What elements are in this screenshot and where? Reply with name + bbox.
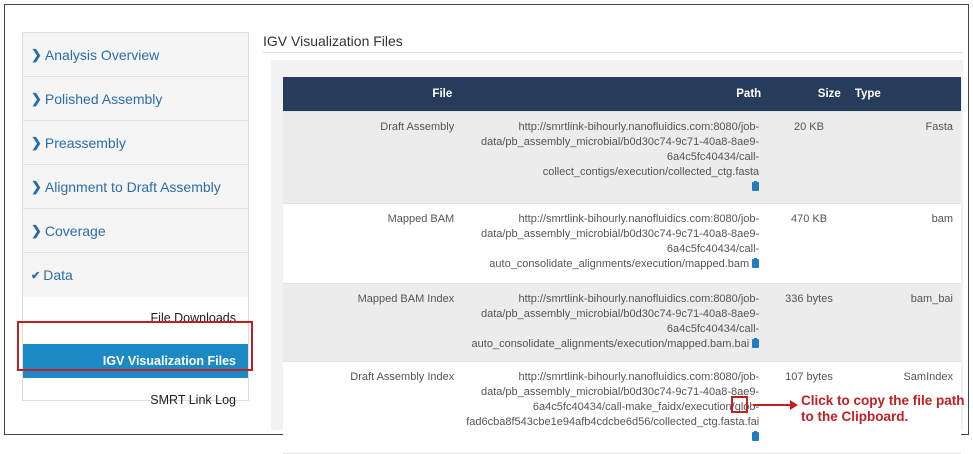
file-cell: Mapped BAM Index bbox=[283, 283, 461, 361]
table-row: Mapped BAM Index http://smrtlink-bihourl… bbox=[283, 283, 961, 361]
path-line: http://smrtlink-bihourly.nanofluidics.co… bbox=[518, 370, 760, 383]
size-cell: 336 bytes bbox=[769, 283, 849, 361]
callout-line: to the Clipboard. bbox=[801, 409, 909, 424]
type-cell: bam bbox=[848, 203, 961, 283]
path-line: auto_consolidate_alignments/execution/ma… bbox=[471, 337, 750, 350]
path-line: 6a4c5fc40434/call- bbox=[666, 242, 760, 255]
path-line: data/pb_assembly_microbial/b0d30c74-9c71… bbox=[480, 135, 760, 148]
path-line: auto_consolidate_alignments/execution/ma… bbox=[489, 257, 750, 270]
path-line: http://smrtlink-bihourly.nanofluidics.co… bbox=[518, 120, 760, 133]
file-cell: Draft Assembly Index bbox=[283, 361, 461, 453]
path-line: 6a4c5fc40434/call-collect_contigs/execut… bbox=[542, 150, 760, 178]
path-line: data/pb_assembly_microbial/b0d30c74-9c71… bbox=[480, 307, 760, 320]
path-cell: http://smrtlink-bihourly.nanofluidics.co… bbox=[460, 203, 770, 283]
path-cell: http://smrtlink-bihourly.nanofluidics.co… bbox=[460, 361, 770, 453]
path-line: 6a4c5fc40434/call-make_faidx/execution/g… bbox=[532, 400, 760, 413]
path-line: fad6cba8f543cbe1e94afb4cdcbe6d56/collect… bbox=[466, 415, 760, 428]
sidebar-subitem-smrt-link-log[interactable]: SMRT Link Log bbox=[23, 384, 248, 415]
chevron-right-icon: ❯ bbox=[31, 178, 42, 194]
chevron-right-icon: ❯ bbox=[31, 46, 42, 62]
file-cell: Draft Assembly bbox=[283, 111, 461, 203]
table-row: Draft Assembly http://smrtlink-bihourly.… bbox=[283, 111, 961, 203]
sidebar-item-alignment[interactable]: ❯ Alignment to Draft Assembly bbox=[23, 165, 248, 209]
active-item-highlight bbox=[17, 321, 253, 371]
clipboard-icon[interactable] bbox=[752, 430, 760, 441]
type-cell: bam_bai bbox=[848, 283, 961, 361]
table-header-row: File Path Size Type bbox=[283, 77, 961, 111]
annotation-arrow-head bbox=[790, 400, 798, 410]
clipboard-icon[interactable] bbox=[752, 257, 760, 268]
sidebar-subitem-label: SMRT Link Log bbox=[150, 392, 236, 407]
path-line: data/pb_assembly_microbial/b0d30c74-9c71… bbox=[480, 385, 760, 398]
chevron-right-icon: ❯ bbox=[31, 134, 42, 150]
clipboard-icon[interactable] bbox=[752, 337, 760, 348]
sidebar-item-label: Preassembly bbox=[44, 134, 126, 151]
clipboard-icon[interactable] bbox=[752, 180, 760, 191]
sidebar-item-label: Analysis Overview bbox=[44, 46, 160, 63]
path-line: data/pb_assembly_microbial/b0d30c74-9c71… bbox=[480, 227, 760, 240]
path-line: http://smrtlink-bihourly.nanofluidics.co… bbox=[518, 292, 760, 305]
table-row: Mapped BAM http://smrtlink-bihourly.nano… bbox=[283, 203, 961, 283]
type-cell: Fasta bbox=[848, 111, 961, 203]
clipboard-highlight bbox=[731, 396, 748, 413]
column-header-file[interactable]: File bbox=[283, 77, 461, 111]
sidebar-item-data[interactable]: ✔︎ Data bbox=[23, 253, 248, 297]
annotation-arrow bbox=[753, 404, 791, 406]
sidebar-item-analysis-overview[interactable]: ❯ Analysis Overview bbox=[23, 33, 248, 77]
path-line: 6a4c5fc40434/call- bbox=[666, 322, 760, 335]
sidebar-item-label: Alignment to Draft Assembly bbox=[44, 178, 221, 195]
sidebar-item-label: Coverage bbox=[44, 222, 106, 239]
title-divider bbox=[263, 52, 963, 53]
column-header-path[interactable]: Path bbox=[460, 77, 770, 111]
file-cell: Mapped BAM bbox=[283, 203, 461, 283]
callout-line: Click to copy the file path bbox=[801, 393, 965, 408]
page-title: IGV Visualization Files bbox=[263, 33, 403, 49]
size-cell: 470 KB bbox=[769, 203, 849, 283]
chevron-right-icon: ❯ bbox=[31, 90, 42, 106]
column-header-size[interactable]: Size bbox=[769, 77, 849, 111]
sidebar-item-label: Polished Assembly bbox=[44, 90, 163, 107]
path-line: http://smrtlink-bihourly.nanofluidics.co… bbox=[518, 212, 760, 225]
size-cell: 20 KB bbox=[769, 111, 849, 203]
column-header-type[interactable]: Type bbox=[848, 77, 961, 111]
path-cell: http://smrtlink-bihourly.nanofluidics.co… bbox=[460, 111, 770, 203]
annotation-callout: Click to copy the file path to the Clipb… bbox=[801, 393, 965, 425]
sidebar-item-label: Data bbox=[43, 267, 73, 283]
chevron-right-icon: ❯ bbox=[31, 222, 42, 238]
sidebar-item-polished-assembly[interactable]: ❯ Polished Assembly bbox=[23, 77, 248, 121]
sidebar-item-coverage[interactable]: ❯ Coverage bbox=[23, 209, 248, 253]
path-cell: http://smrtlink-bihourly.nanofluidics.co… bbox=[460, 283, 770, 361]
chevron-down-icon: ✔︎ bbox=[31, 269, 41, 282]
sidebar-item-preassembly[interactable]: ❯ Preassembly bbox=[23, 121, 248, 165]
